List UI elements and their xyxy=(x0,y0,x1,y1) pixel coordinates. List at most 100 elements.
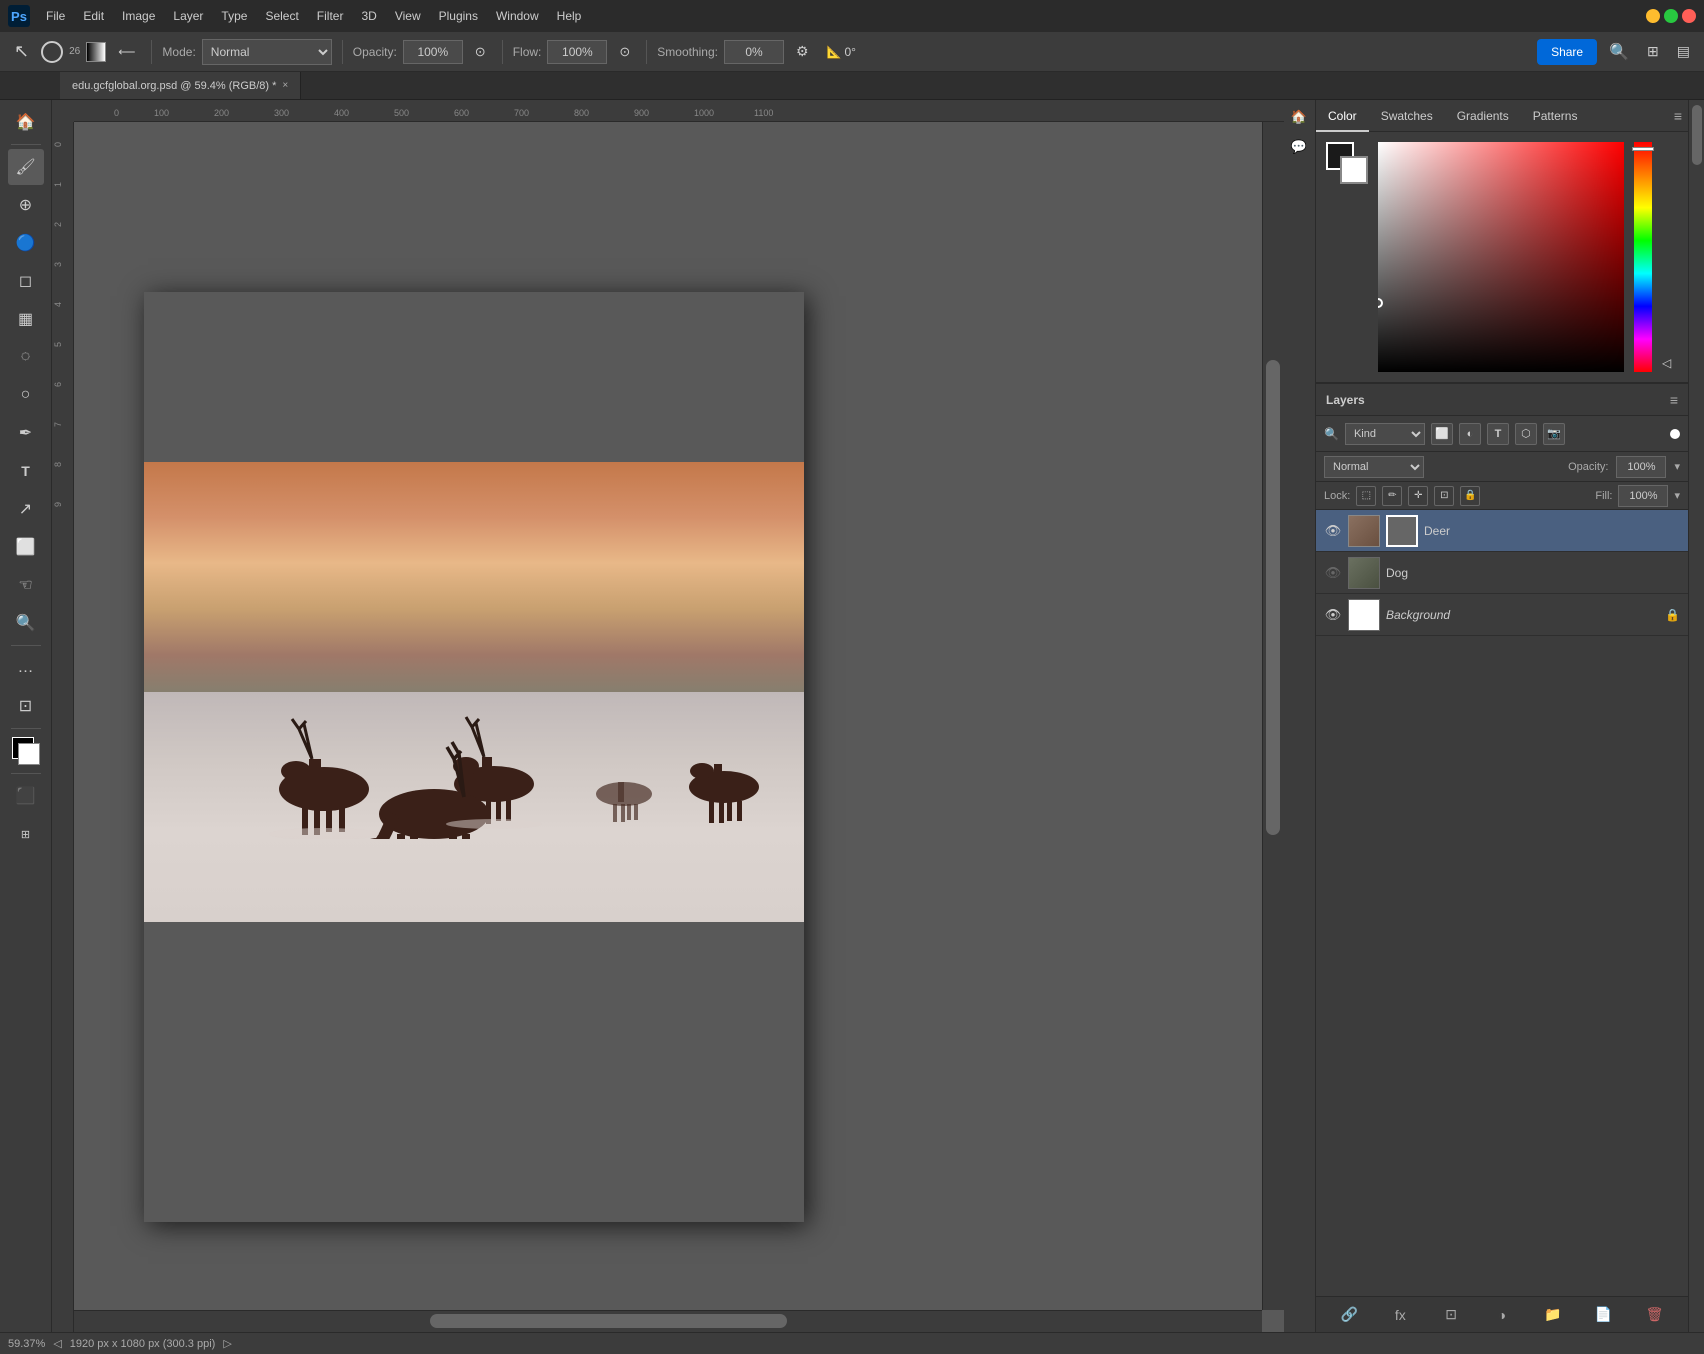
menu-file[interactable]: File xyxy=(38,6,73,26)
tab-gradients[interactable]: Gradients xyxy=(1445,100,1521,132)
minimize-button[interactable] xyxy=(1646,9,1660,23)
search-btn[interactable]: 🔍 xyxy=(1603,38,1635,66)
layer-item-deer[interactable]: 👁 Deer xyxy=(1316,510,1688,552)
menu-window[interactable]: Window xyxy=(488,6,547,26)
right-chat-btn[interactable]: 💬 xyxy=(1286,134,1312,160)
horizontal-scrollbar[interactable] xyxy=(74,1310,1262,1332)
pen-tool[interactable]: ✒ xyxy=(8,415,44,451)
type-tool[interactable]: T xyxy=(8,453,44,489)
filter-adjustment-btn[interactable]: ◐ xyxy=(1459,423,1481,445)
menu-view[interactable]: View xyxy=(387,6,429,26)
layer-visibility-deer[interactable]: 👁 xyxy=(1324,522,1342,540)
menu-help[interactable]: Help xyxy=(549,6,590,26)
menu-image[interactable]: Image xyxy=(114,6,163,26)
canvas-scroll[interactable] xyxy=(74,122,1284,1310)
menu-3d[interactable]: 3D xyxy=(353,6,384,26)
menu-select[interactable]: Select xyxy=(257,6,306,26)
zoom-tool[interactable]: 🔍 xyxy=(8,605,44,641)
screen-mode-tool[interactable]: ⊞ xyxy=(8,816,44,852)
fg-bg-swatches[interactable] xyxy=(1326,142,1368,184)
delete-layer-btn[interactable]: 🗑 xyxy=(1642,1303,1666,1327)
tab-color[interactable]: Color xyxy=(1316,100,1369,132)
add-style-btn[interactable]: fx xyxy=(1388,1303,1412,1327)
menu-filter[interactable]: Filter xyxy=(309,6,352,26)
panel-toggle-btn[interactable]: ▤ xyxy=(1671,38,1696,66)
rectangle-tool[interactable]: ⬜ xyxy=(8,529,44,565)
angle-btn[interactable]: 📐 0° xyxy=(821,38,862,66)
opacity-arrow[interactable]: ▾ xyxy=(1674,460,1680,473)
brush-align-btn[interactable]: ⟵ xyxy=(112,38,141,66)
brush-preview[interactable] xyxy=(41,41,63,63)
canvas-image[interactable] xyxy=(144,462,804,922)
background-color[interactable] xyxy=(18,743,40,765)
healing-tool[interactable]: ⊕ xyxy=(8,187,44,223)
layer-visibility-dog[interactable]: 👁 xyxy=(1324,564,1342,582)
hand-tool[interactable]: ☜ xyxy=(8,567,44,603)
close-tab-btn[interactable]: × xyxy=(282,80,288,91)
home-tool[interactable]: 🏠 xyxy=(8,104,44,140)
layer-item-dog[interactable]: 👁 Dog xyxy=(1316,552,1688,594)
filter-smart-btn[interactable]: 📷 xyxy=(1543,423,1565,445)
link-layers-btn[interactable]: 🔗 xyxy=(1337,1303,1361,1327)
fill-arrow[interactable]: ▾ xyxy=(1674,489,1680,502)
mask-mode-tool[interactable]: ⬛ xyxy=(8,778,44,814)
color-gradient-field[interactable] xyxy=(1378,142,1624,372)
layers-opacity-input[interactable] xyxy=(1616,456,1666,478)
status-arrow-left[interactable]: ◁ xyxy=(53,1337,61,1350)
blend-mode-dropdown[interactable]: Normal Multiply Screen Overlay xyxy=(202,39,332,65)
layers-blend-mode[interactable]: Normal Multiply Screen xyxy=(1324,456,1424,478)
blur-tool[interactable]: ◌ xyxy=(8,339,44,375)
maximize-button[interactable] xyxy=(1664,9,1678,23)
status-arrow-right[interactable]: ▷ xyxy=(223,1337,231,1350)
clone-stamp-tool[interactable]: 🔵 xyxy=(8,225,44,261)
hue-strip[interactable] xyxy=(1634,142,1652,372)
canvas-area[interactable]: 0 100 200 300 400 500 600 700 800 900 10… xyxy=(52,100,1284,1332)
share-button[interactable]: Share xyxy=(1537,39,1597,65)
right-home-btn[interactable]: 🏠 xyxy=(1286,104,1312,130)
flow-input[interactable] xyxy=(547,40,607,64)
smoothing-input[interactable] xyxy=(724,40,784,64)
fg-bg-color[interactable] xyxy=(8,733,44,769)
lock-position-btn[interactable]: ✛ xyxy=(1408,486,1428,506)
arrange-tool[interactable]: ⊡ xyxy=(8,688,44,724)
view-options-btn[interactable]: ⊞ xyxy=(1641,38,1665,66)
document-tab[interactable]: edu.gcfglobal.org.psd @ 59.4% (RGB/8) * … xyxy=(60,72,301,99)
new-layer-btn[interactable]: 📄 xyxy=(1592,1303,1616,1327)
close-button[interactable] xyxy=(1682,9,1696,23)
hue-cursor[interactable] xyxy=(1632,147,1654,151)
tab-swatches[interactable]: Swatches xyxy=(1369,100,1445,132)
gradient-tool[interactable]: ▦ xyxy=(8,301,44,337)
new-adjustment-btn[interactable]: ◑ xyxy=(1490,1303,1514,1327)
add-mask-btn[interactable]: ⊡ xyxy=(1439,1303,1463,1327)
tab-patterns[interactable]: Patterns xyxy=(1521,100,1590,132)
opacity-input[interactable] xyxy=(403,40,463,64)
vertical-scrollbar[interactable] xyxy=(1262,122,1284,1310)
eraser-tool[interactable]: ◻ xyxy=(8,263,44,299)
move-tool-btn[interactable]: ↖ xyxy=(8,38,35,66)
gradient-saturation-brightness[interactable] xyxy=(1378,142,1624,372)
flow-btn[interactable]: ⊙ xyxy=(613,38,636,66)
new-group-btn[interactable]: 📁 xyxy=(1541,1303,1565,1327)
menu-layer[interactable]: Layer xyxy=(165,6,211,26)
extras-tool[interactable]: … xyxy=(8,650,44,686)
right-panel-scrollbar[interactable] xyxy=(1688,100,1704,1332)
brush-hardness-icon[interactable] xyxy=(86,42,106,62)
layer-visibility-background[interactable]: 👁 xyxy=(1324,606,1342,624)
lock-pixels-btn[interactable]: ⬚ xyxy=(1356,486,1376,506)
path-select-tool[interactable]: ↗ xyxy=(8,491,44,527)
lock-paint-btn[interactable]: ✏ xyxy=(1382,486,1402,506)
opacity-btn[interactable]: ⊙ xyxy=(469,38,492,66)
layers-menu-btn[interactable]: ≡ xyxy=(1670,392,1678,408)
brush-tool[interactable]: 🖌 xyxy=(8,149,44,185)
filter-pixel-btn[interactable]: ⬜ xyxy=(1431,423,1453,445)
right-scroll-thumb[interactable] xyxy=(1692,105,1702,165)
menu-edit[interactable]: Edit xyxy=(75,6,112,26)
background-swatch[interactable] xyxy=(1340,156,1368,184)
layer-item-background[interactable]: 👁 Background 🔒 xyxy=(1316,594,1688,636)
filter-type-btn[interactable]: T xyxy=(1487,423,1509,445)
layers-fill-input[interactable] xyxy=(1618,485,1668,507)
lock-all-btn[interactable]: 🔒 xyxy=(1460,486,1480,506)
color-panel-menu-btn[interactable]: ≡ xyxy=(1674,108,1682,124)
scrollbar-v-thumb[interactable] xyxy=(1266,360,1280,835)
scrollbar-h-thumb[interactable] xyxy=(430,1314,786,1328)
